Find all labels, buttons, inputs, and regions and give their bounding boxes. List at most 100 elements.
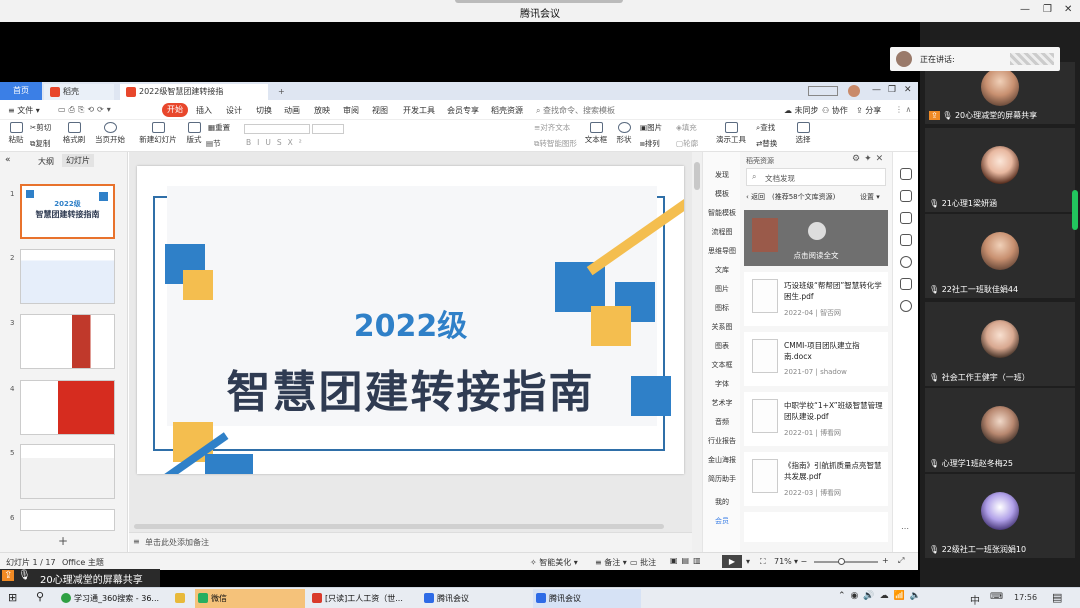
drag-handle[interactable] <box>455 0 623 3</box>
add-slide-icon[interactable]: + <box>58 534 68 548</box>
cat-report[interactable]: 行业报告 <box>703 436 741 446</box>
collapse-icon[interactable]: « <box>5 155 11 165</box>
close-icon[interactable]: ✕ <box>904 85 912 95</box>
taskbar-item-explorer[interactable] <box>172 589 190 608</box>
resource-card-3[interactable]: 中职学校“1+X”班级智慧管理团队建设.pdf 2022-01 | 博看网 <box>744 392 888 446</box>
taskbar-item-meeting-1[interactable]: 腾讯会议 <box>421 589 529 608</box>
font-select[interactable] <box>244 124 310 134</box>
command-search[interactable]: ⌕ 查找命令、搜索模板 <box>536 105 615 116</box>
cat-relation[interactable]: 关系图 <box>703 322 741 332</box>
cat-font[interactable]: 字体 <box>703 379 741 389</box>
cat-member[interactable]: 会员 <box>703 516 741 526</box>
menu-insert[interactable]: 插入 <box>196 105 212 116</box>
participant-tile[interactable]: 🎙 22级社工一班张润娟10 <box>925 474 1075 558</box>
notification-icon[interactable]: ▤ <box>1052 591 1062 604</box>
new-slide-button[interactable]: 新建幻灯片 <box>138 122 178 145</box>
cat-template[interactable]: 模板 <box>703 189 741 199</box>
layout-button[interactable]: 版式 <box>184 122 204 145</box>
featured-card[interactable]: 点击阅读全文 <box>744 210 888 266</box>
menu-member[interactable]: 会员专享 <box>447 105 479 116</box>
send-icon[interactable] <box>900 168 912 180</box>
restore-icon[interactable]: ❐ <box>888 85 896 95</box>
fullscreen-icon[interactable]: ⤢ <box>898 556 904 566</box>
font-size-select[interactable] <box>312 124 344 134</box>
more-icon[interactable]: ⋯ <box>901 524 909 533</box>
textbox-button[interactable]: 文本框 <box>584 122 608 145</box>
zoom-slider-thumb[interactable] <box>838 558 845 565</box>
participant-tile[interactable]: 🎙 22社工一班耿佳娟44 <box>925 214 1075 298</box>
tray-icons[interactable]: ⌃◉🔊☁📶🔈 <box>838 591 926 601</box>
theme-name[interactable]: Office 主题 <box>62 557 104 568</box>
replace-button[interactable]: ⇄替换 <box>756 138 777 149</box>
menu-start[interactable]: 开始 <box>162 103 188 117</box>
zoom-in-icon[interactable]: + <box>882 556 889 565</box>
taskbar-item-meeting-2[interactable]: 腾讯会议 <box>533 589 641 608</box>
taskbar-item-wechat[interactable]: 微信 <box>195 589 305 608</box>
help-icon[interactable] <box>900 256 912 268</box>
format-painter-button[interactable]: 格式刷 <box>62 122 86 145</box>
cut-button[interactable]: ✂剪切 <box>30 122 51 133</box>
section-button[interactable]: ▤节 <box>206 138 221 149</box>
slide[interactable]: 2022级 智慧团建转接指南 <box>137 166 684 474</box>
smartart-button[interactable]: ⧉转智能图形 <box>534 138 577 149</box>
quick-access-icons[interactable]: ▭⎙⎘⟲⟳▾ <box>58 105 114 115</box>
shape-button[interactable]: 形状 <box>614 122 634 145</box>
slide-thumb-1[interactable]: 2022级 智慧团建转接指南 <box>20 184 115 239</box>
taskbar-item-excel[interactable]: [只读]工人工资（世... <box>309 589 417 608</box>
notes-pane[interactable]: ≡ 单击此处添加备注 <box>129 532 692 552</box>
collab-button[interactable]: ⚇ 协作 <box>822 105 848 116</box>
participant-tile[interactable]: 🎙 心理学1班赵冬梅25 <box>925 388 1075 472</box>
participant-tile[interactable]: 🎙 社会工作王健宇（一班） <box>925 302 1075 386</box>
menu-animation[interactable]: 动画 <box>284 105 300 116</box>
ime-indicator[interactable]: 中 <box>970 592 980 607</box>
new-tab-button[interactable]: + <box>272 84 291 100</box>
scroll-thumb[interactable] <box>694 162 700 190</box>
slide-thumb-4[interactable] <box>20 380 115 435</box>
menu-file[interactable]: ≡ 文件 ▾ <box>8 105 40 116</box>
cat-picture[interactable]: 图片 <box>703 284 741 294</box>
paste-button[interactable]: 粘贴 <box>6 122 26 145</box>
slide-thumb-2[interactable] <box>20 249 115 304</box>
minimize-icon[interactable]: — <box>872 85 881 95</box>
tab-outline[interactable]: 大纲 <box>38 156 54 167</box>
menu-developer[interactable]: 开发工具 <box>403 105 435 116</box>
image-search-icon[interactable] <box>900 278 912 290</box>
cat-smart-template[interactable]: 智能模板 <box>703 208 741 218</box>
remarks-button[interactable]: ≡ 备注 ▾ <box>595 557 627 568</box>
tab-file[interactable]: 2022级智慧团建转接指南.pptx× <box>120 84 268 112</box>
resource-card-1[interactable]: 巧设班级“帮帮团”智慧转化学困生.pdf 2022-04 | 智否网 <box>744 272 888 326</box>
resource-search-input[interactable]: ⌕ 文档发现 <box>746 168 886 186</box>
play-from-current-button[interactable]: 当页开始 <box>94 122 126 145</box>
avatar[interactable] <box>848 85 860 97</box>
close-icon[interactable]: ✕ <box>1064 4 1072 15</box>
windows-start-icon[interactable]: ⊞ <box>8 591 17 604</box>
play-options-icon[interactable]: ▾ <box>746 557 750 566</box>
menu-transition[interactable]: 切换 <box>256 105 272 116</box>
cat-textbox[interactable]: 文本框 <box>703 360 741 370</box>
cat-icon[interactable]: 图标 <box>703 303 741 313</box>
reset-button[interactable]: ▦重置 <box>208 122 230 133</box>
menu-view[interactable]: 视图 <box>372 105 388 116</box>
tab-slides[interactable]: 幻灯片 <box>62 154 94 167</box>
align-text-button[interactable]: ≡对齐文本 <box>534 122 570 133</box>
beautify-button[interactable]: ✧ 智能美化 ▾ <box>530 557 578 568</box>
cat-audio[interactable]: 音频 <box>703 417 741 427</box>
menu-design[interactable]: 设计 <box>226 105 242 116</box>
cat-discover[interactable]: 发现 <box>703 170 741 180</box>
note-icon[interactable] <box>900 234 912 246</box>
slide-thumb-6[interactable] <box>20 509 115 531</box>
select-button[interactable]: 选择 <box>792 122 814 145</box>
fit-icon[interactable]: ⛶ <box>760 557 766 567</box>
sliders-icon[interactable] <box>900 190 912 202</box>
resource-card-5[interactable] <box>744 512 888 542</box>
comments-button[interactable]: ▭ 批注 <box>630 557 656 568</box>
clock[interactable]: 17:56 <box>1014 593 1037 602</box>
back-link[interactable]: ‹ 返回 <box>746 192 765 202</box>
tab-daoke[interactable]: 稻壳 <box>44 84 114 100</box>
zoom-out-icon[interactable]: ▾ − <box>794 557 807 566</box>
vertical-scrollbar[interactable] <box>692 152 702 552</box>
sync-status[interactable]: ☁ 未同步 <box>784 105 819 116</box>
menu-review[interactable]: 审阅 <box>343 105 359 116</box>
participant-tile[interactable]: ⇪ 🎙 20心理减堂的屏幕共享 <box>925 62 1075 124</box>
outline-button[interactable]: ▢轮廓 <box>676 138 698 149</box>
